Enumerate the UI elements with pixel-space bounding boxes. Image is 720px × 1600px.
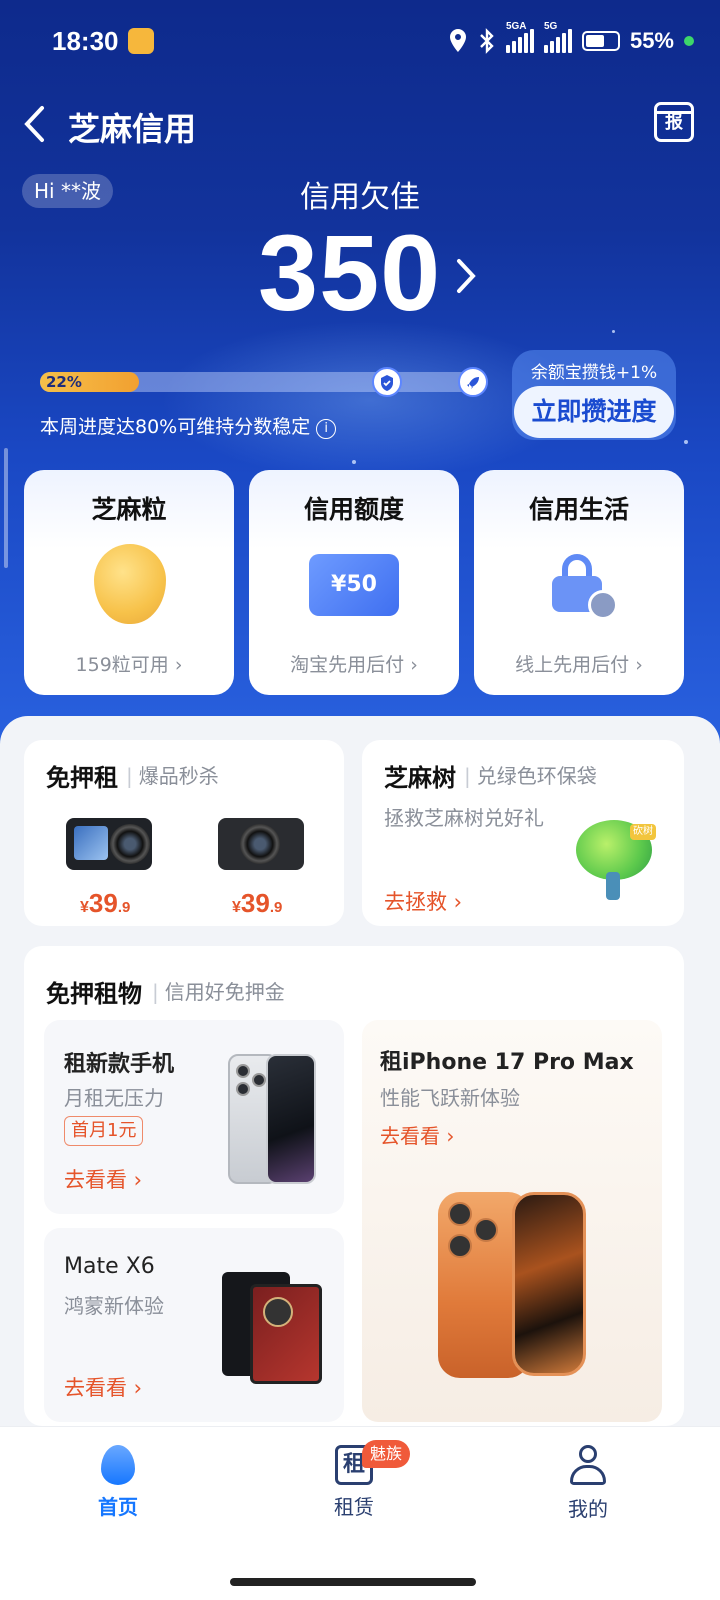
progress-percent: 22% xyxy=(46,373,82,391)
rent-iphone17-card[interactable]: 租iPhone 17 Pro Max 性能飞跃新体验 去看看 › xyxy=(362,1020,662,1422)
nav-item-home[interactable]: 首页 xyxy=(58,1443,178,1520)
nav-label: 租赁 xyxy=(334,1495,374,1519)
iphone17-screen-image xyxy=(512,1192,586,1376)
tree-description: 拯救芝麻树兑好礼 xyxy=(384,806,544,830)
mate-x6-image xyxy=(250,1284,322,1384)
privacy-indicator-dot xyxy=(684,36,694,46)
lock-icon xyxy=(552,554,618,620)
signal-icon: 5G xyxy=(543,21,572,53)
boost-progress-button[interactable]: 立即攒进度 xyxy=(514,386,674,438)
signal-icon: 5GA xyxy=(505,21,534,53)
rent-card-title: Mate X6 xyxy=(64,1254,155,1279)
star-decoration xyxy=(352,460,356,464)
section-title: 免押租 xyxy=(46,764,118,792)
calendar-report-icon[interactable]: 报 xyxy=(654,102,694,142)
weekly-progress-bar: 22% xyxy=(40,367,488,397)
rescue-link[interactable]: 去拯救 › xyxy=(384,886,462,916)
action-camera-image[interactable] xyxy=(66,818,152,870)
compact-camera-image[interactable] xyxy=(218,818,304,870)
shield-icon xyxy=(372,367,402,397)
status-bar: 18:30 5GA 5G 55% xyxy=(0,0,720,84)
status-icons: 5GA 5G 55% xyxy=(448,21,694,54)
card-title: 芝麻粒 xyxy=(91,495,167,524)
boost-panel: 余额宝攒钱+1% 立即攒进度 xyxy=(512,350,676,440)
clock: 18:30 xyxy=(52,26,119,56)
sesame-seeds-card[interactable]: 芝麻粒 159粒可用 › xyxy=(24,470,234,695)
section-subtitle: 兑绿色环保袋 xyxy=(464,760,597,789)
credit-limit-card[interactable]: 信用额度 ¥50 淘宝先用后付 › xyxy=(249,470,459,695)
battery-percent: 55% xyxy=(629,28,674,53)
card-subtitle: 159粒可用 › xyxy=(75,654,183,676)
card-subtitle: 线上先用后付 › xyxy=(515,654,643,676)
rent-section-card: 免押租物 信用好免押金 租新款手机 月租无压力 首月1元 去看看 › Mate … xyxy=(24,946,684,1426)
location-icon xyxy=(449,29,466,52)
section-title: 芝麻树 xyxy=(384,764,456,792)
nav-label: 首页 xyxy=(98,1495,138,1519)
progress-note: 本周进度达80%可维持分数稳定 i xyxy=(40,412,337,439)
sesame-seed-icon xyxy=(94,544,166,624)
rent-card-title: 租iPhone 17 Pro Max xyxy=(380,1050,634,1075)
section-subtitle: 信用好免押金 xyxy=(152,976,285,1005)
home-indicator[interactable] xyxy=(230,1578,476,1586)
card-title: 信用生活 xyxy=(528,495,629,524)
card-title: 信用额度 xyxy=(303,495,404,524)
home-drop-icon xyxy=(101,1445,135,1485)
chevron-right-icon[interactable] xyxy=(456,258,476,304)
nav-item-mine[interactable]: 我的 xyxy=(528,1443,648,1522)
person-icon xyxy=(570,1445,606,1487)
rent-card-title: 租新款手机 xyxy=(64,1052,175,1077)
star-decoration xyxy=(612,330,615,333)
card-subtitle: 淘宝先用后付 › xyxy=(290,654,418,676)
nav-label: 我的 xyxy=(568,1497,608,1521)
rent-badge: 魅族 xyxy=(362,1440,411,1468)
view-link[interactable]: 去看看 › xyxy=(64,1372,142,1402)
rent-card-subtitle: 月租无压力 xyxy=(64,1086,164,1110)
rent-phone-card[interactable]: 租新款手机 月租无压力 首月1元 去看看 › xyxy=(44,1020,344,1214)
notification-app-icon xyxy=(128,28,154,54)
info-icon[interactable]: i xyxy=(316,419,337,439)
first-month-tag: 首月1元 xyxy=(64,1116,144,1146)
price-label: ¥39.9 xyxy=(232,888,283,918)
view-link[interactable]: 去看看 › xyxy=(64,1164,142,1194)
bluetooth-icon xyxy=(480,28,494,54)
battery-icon xyxy=(581,31,620,51)
boost-promo-text: 余额宝攒钱+1% xyxy=(530,363,658,383)
iphone-screen-image xyxy=(266,1054,316,1184)
section-subtitle: 爆品秒杀 xyxy=(126,760,219,789)
deposit-free-card[interactable]: 免押租 爆品秒杀 ¥39.9 ¥39.9 xyxy=(24,740,344,926)
voucher-icon: ¥50 xyxy=(309,554,399,616)
back-icon[interactable] xyxy=(22,104,48,151)
edge-handle xyxy=(4,448,8,568)
price-label: ¥39.9 xyxy=(80,888,131,918)
section-title: 免押租物 xyxy=(46,980,142,1008)
sesame-tree-image: 砍树 xyxy=(572,820,656,912)
rent-mate-card[interactable]: Mate X6 鸿蒙新体验 去看看 › xyxy=(44,1228,344,1422)
rocket-icon xyxy=(458,367,488,397)
rent-card-subtitle: 鸿蒙新体验 xyxy=(64,1294,164,1318)
rent-card-subtitle: 性能飞跃新体验 xyxy=(380,1086,520,1110)
credit-life-card[interactable]: 信用生活 线上先用后付 › xyxy=(474,470,684,695)
credit-score[interactable]: 350 xyxy=(258,210,441,335)
page-title: 芝麻信用 xyxy=(68,110,197,148)
bottom-nav: 首页 租 租赁 我的 xyxy=(0,1426,720,1600)
star-decoration xyxy=(684,440,688,444)
view-link[interactable]: 去看看 › xyxy=(380,1120,454,1149)
